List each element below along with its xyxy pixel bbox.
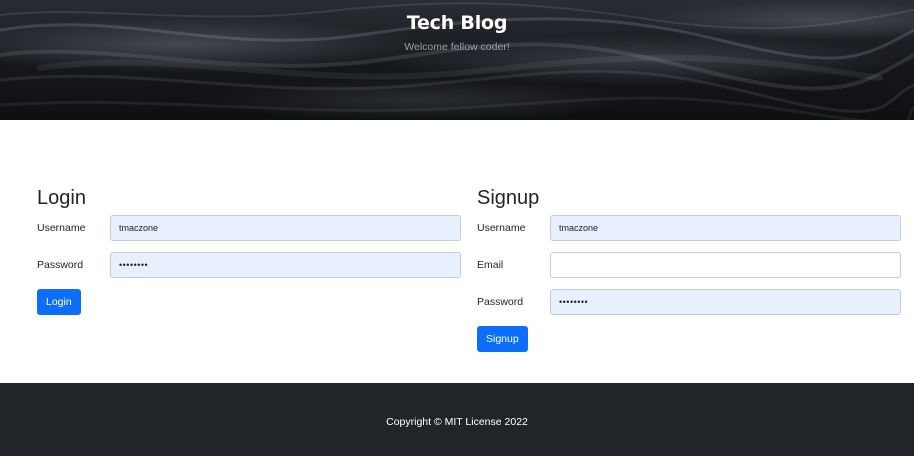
login-form: Login Username Password Login <box>37 185 461 315</box>
signup-email-label: Email <box>477 259 504 271</box>
login-password-label: Password <box>37 259 84 271</box>
login-button[interactable]: Login <box>37 289 81 315</box>
signup-username-row: Username <box>477 215 901 241</box>
login-username-input[interactable] <box>110 215 461 241</box>
hero-header: Tech Blog Welcome fellow coder! <box>0 0 914 120</box>
site-subtitle: Welcome fellow coder! <box>404 41 510 53</box>
signup-email-input[interactable] <box>550 252 901 278</box>
login-username-row: Username <box>37 215 461 241</box>
copyright-text: Copyright © MIT License 2022 <box>386 416 528 428</box>
signup-username-input[interactable] <box>550 215 901 241</box>
login-heading: Login <box>37 187 86 209</box>
site-title: Tech Blog <box>406 12 508 34</box>
login-password-row: Password <box>37 252 461 278</box>
page-footer: Copyright © MIT License 2022 <box>0 383 914 456</box>
login-username-label: Username <box>37 222 86 234</box>
signup-email-row: Email <box>477 252 901 278</box>
signup-password-input[interactable] <box>550 289 901 315</box>
signup-form: Signup Username Email Password Signup <box>477 185 901 352</box>
signup-password-row: Password <box>477 289 901 315</box>
login-password-input[interactable] <box>110 252 461 278</box>
signup-heading: Signup <box>477 187 540 209</box>
signup-username-label: Username <box>477 222 526 234</box>
signup-button[interactable]: Signup <box>477 326 528 352</box>
signup-password-label: Password <box>477 296 524 308</box>
